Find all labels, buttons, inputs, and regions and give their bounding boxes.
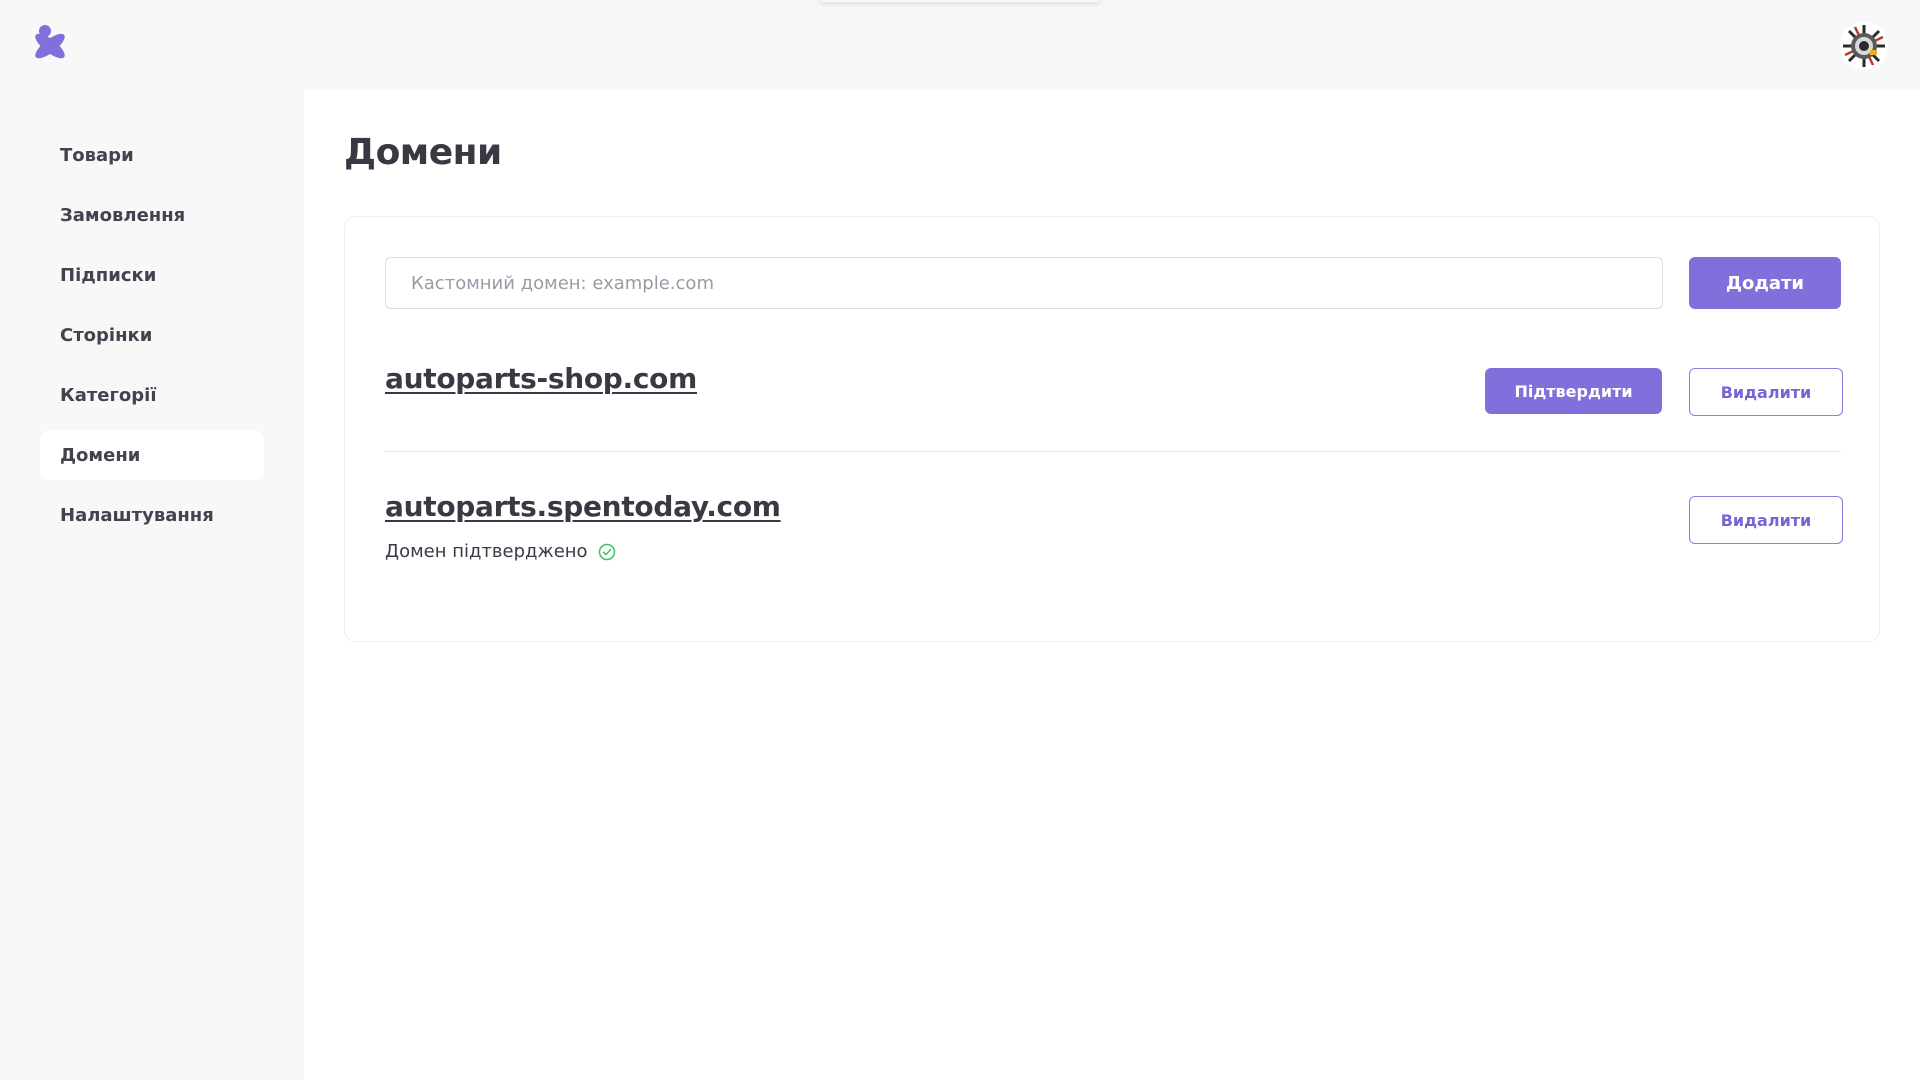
check-circle-icon	[598, 543, 615, 560]
delete-button[interactable]: Видалити	[1689, 368, 1843, 416]
domain-link[interactable]: autoparts.spentoday.com	[385, 490, 781, 523]
delete-button[interactable]: Видалити	[1689, 496, 1843, 544]
sidebar-item-label: Замовлення	[60, 204, 186, 226]
top-bar	[0, 0, 1920, 90]
sidebar-item-label: Товари	[60, 144, 134, 166]
gear-avatar-icon	[1840, 22, 1888, 70]
sidebar-item-label: Сторінки	[60, 324, 153, 346]
avatar[interactable]	[1840, 22, 1888, 70]
sidebar-item-label: Категорії	[60, 384, 157, 406]
top-shadow	[820, 0, 1100, 2]
divider	[385, 451, 1841, 452]
asterisk-logo-icon[interactable]	[26, 22, 74, 70]
sidebar-item-pages[interactable]: Сторінки	[40, 310, 264, 360]
add-button[interactable]: Додати	[1689, 257, 1841, 309]
sidebar-item-orders[interactable]: Замовлення	[40, 190, 264, 240]
sidebar-item-label: Налаштування	[60, 504, 214, 526]
sidebar-item-label: Підписки	[60, 264, 157, 286]
sidebar-item-products[interactable]: Товари	[40, 130, 264, 180]
sidebar-item-settings[interactable]: Налаштування	[40, 490, 264, 540]
main-content: Домени Додати autoparts-shop.com Підтвер…	[304, 90, 1920, 1080]
verification-status: Домен підтверджено	[385, 541, 616, 562]
sidebar-item-categories[interactable]: Категорії	[40, 370, 264, 420]
sidebar-item-domains[interactable]: Домени	[40, 430, 264, 480]
sidebar-item-subscriptions[interactable]: Підписки	[40, 250, 264, 300]
status-text: Домен підтверджено	[385, 541, 588, 562]
domain-input[interactable]	[385, 257, 1663, 309]
confirm-button[interactable]: Підтвердити	[1485, 368, 1662, 414]
page-title: Домени	[344, 132, 502, 173]
sidebar: Товари Замовлення Підписки Сторінки Кате…	[0, 90, 304, 1080]
domain-link[interactable]: autoparts-shop.com	[385, 362, 697, 395]
sidebar-item-label: Домени	[60, 444, 141, 466]
domains-card: Додати autoparts-shop.com Підтвердити Ви…	[344, 216, 1880, 642]
